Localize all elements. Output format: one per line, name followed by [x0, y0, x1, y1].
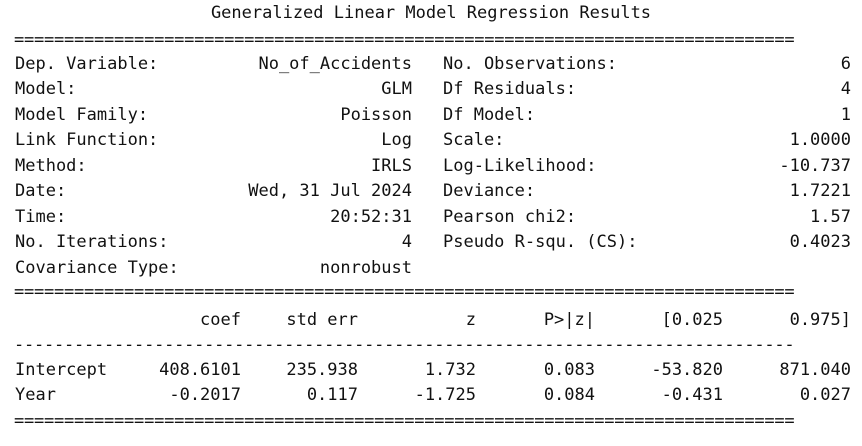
coef-header-cell: coef: [200, 310, 241, 330]
coef-header-cell: z: [465, 310, 476, 330]
coef-header-cell: [0.025: [661, 310, 723, 330]
summary-left-label: Time:: [15, 207, 67, 227]
coef-header-cell: P>|z|: [543, 310, 595, 330]
double-rule-middle: ========================================…: [14, 282, 795, 302]
summary-left-value: GLM: [381, 79, 412, 99]
summary-right-label: No. Observations:: [443, 54, 617, 74]
summary-right-label: Log-Likelihood:: [443, 156, 597, 176]
summary-left-label: Model:: [15, 79, 77, 99]
coef-row-name: Year: [15, 385, 56, 405]
coef-cell: 235.938: [286, 360, 358, 380]
summary-right-label: Scale:: [443, 130, 505, 150]
glm-results-table: Generalized Linear Model Regression Resu…: [0, 0, 862, 446]
coef-cell: 0.084: [543, 385, 595, 405]
summary-left-value: No_of_Accidents: [258, 54, 412, 74]
coef-header-cell: std err: [286, 310, 358, 330]
summary-right-value: 4: [840, 79, 851, 99]
summary-left-label: Covariance Type:: [15, 258, 179, 278]
summary-left-value: Poisson: [340, 105, 412, 125]
summary-left-label: Dep. Variable:: [15, 54, 159, 74]
summary-right-label: Df Residuals:: [443, 79, 577, 99]
summary-left-label: Date:: [15, 181, 67, 201]
summary-left-value: Log: [381, 130, 412, 150]
coef-cell: 0.027: [799, 385, 851, 405]
coef-cell: 871.040: [779, 360, 851, 380]
coef-cell: -0.2017: [169, 385, 241, 405]
summary-right-label: Pearson chi2:: [443, 207, 577, 227]
summary-left-value: 20:52:31: [330, 207, 412, 227]
coef-cell: -1.725: [414, 385, 476, 405]
single-rule: ----------------------------------------…: [14, 335, 795, 355]
summary-right-label: Df Model:: [443, 105, 536, 125]
summary-left-value: IRLS: [371, 156, 412, 176]
summary-right-value: 1: [840, 105, 851, 125]
summary-left-value: Wed, 31 Jul 2024: [248, 181, 412, 201]
results-title: Generalized Linear Model Regression Resu…: [210, 3, 652, 23]
summary-left-value: 4: [401, 232, 412, 252]
coef-cell: 0.117: [306, 385, 358, 405]
summary-right-value: -10.737: [779, 156, 851, 176]
double-rule-bottom: ========================================…: [14, 411, 795, 431]
coef-cell: -53.820: [651, 360, 723, 380]
coef-cell: 0.083: [543, 360, 595, 380]
coef-cell: 408.6101: [159, 360, 241, 380]
summary-left-label: Link Function:: [15, 130, 159, 150]
summary-right-value: 1.0000: [789, 130, 851, 150]
summary-left-label: Model Family:: [15, 105, 149, 125]
summary-left-label: Method:: [15, 156, 87, 176]
coef-row-name: Intercept: [15, 360, 108, 380]
summary-left-value: nonrobust: [319, 258, 412, 278]
coef-cell: -0.431: [661, 385, 723, 405]
summary-right-value: 1.7221: [789, 181, 851, 201]
double-rule-top: ========================================…: [14, 30, 795, 50]
summary-left-label: No. Iterations:: [15, 232, 169, 252]
coef-cell: 1.732: [424, 360, 476, 380]
coef-header-cell: 0.975]: [789, 310, 851, 330]
summary-right-value: 6: [840, 54, 851, 74]
summary-right-value: 0.4023: [789, 232, 851, 252]
summary-right-label: Deviance:: [443, 181, 536, 201]
summary-right-value: 1.57: [810, 207, 851, 227]
summary-right-label: Pseudo R-squ. (CS):: [443, 232, 638, 252]
